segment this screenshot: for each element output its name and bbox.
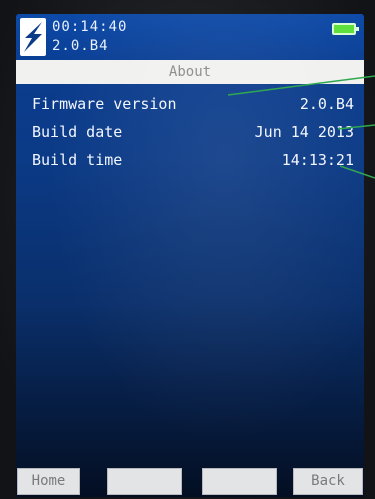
- firmware-version-row: Firmware version 2.0.B4: [16, 92, 364, 116]
- battery-icon: [332, 23, 359, 35]
- build-time-label: Build time: [32, 151, 123, 169]
- firmware-version-value: 2.0.B4: [299, 95, 354, 113]
- build-date-value: Jun 14 2013: [254, 123, 354, 141]
- device-screen: 00:14:40 2.0.B4 About Firmware version 2…: [16, 14, 364, 497]
- brand-logo-icon: [20, 18, 46, 56]
- status-bar: 00:14:40 2.0.B4: [16, 14, 364, 60]
- build-time-row: Build time 14:13:21: [16, 148, 364, 172]
- firmware-version-label: Firmware version: [32, 95, 177, 113]
- status-version: 2.0.B4: [52, 38, 109, 54]
- back-softkey[interactable]: Back: [293, 468, 363, 495]
- device-bezel: 00:14:40 2.0.B4 About Firmware version 2…: [0, 0, 375, 499]
- build-date-label: Build date: [32, 123, 123, 141]
- softkey-2[interactable]: [107, 468, 182, 495]
- build-time-value: 14:13:21: [281, 151, 354, 169]
- status-time: 00:14:40: [52, 19, 128, 35]
- home-softkey[interactable]: Home: [17, 468, 80, 495]
- softkey-3[interactable]: [202, 468, 277, 495]
- build-date-row: Build date Jun 14 2013: [16, 120, 364, 144]
- page-title: About: [16, 60, 364, 84]
